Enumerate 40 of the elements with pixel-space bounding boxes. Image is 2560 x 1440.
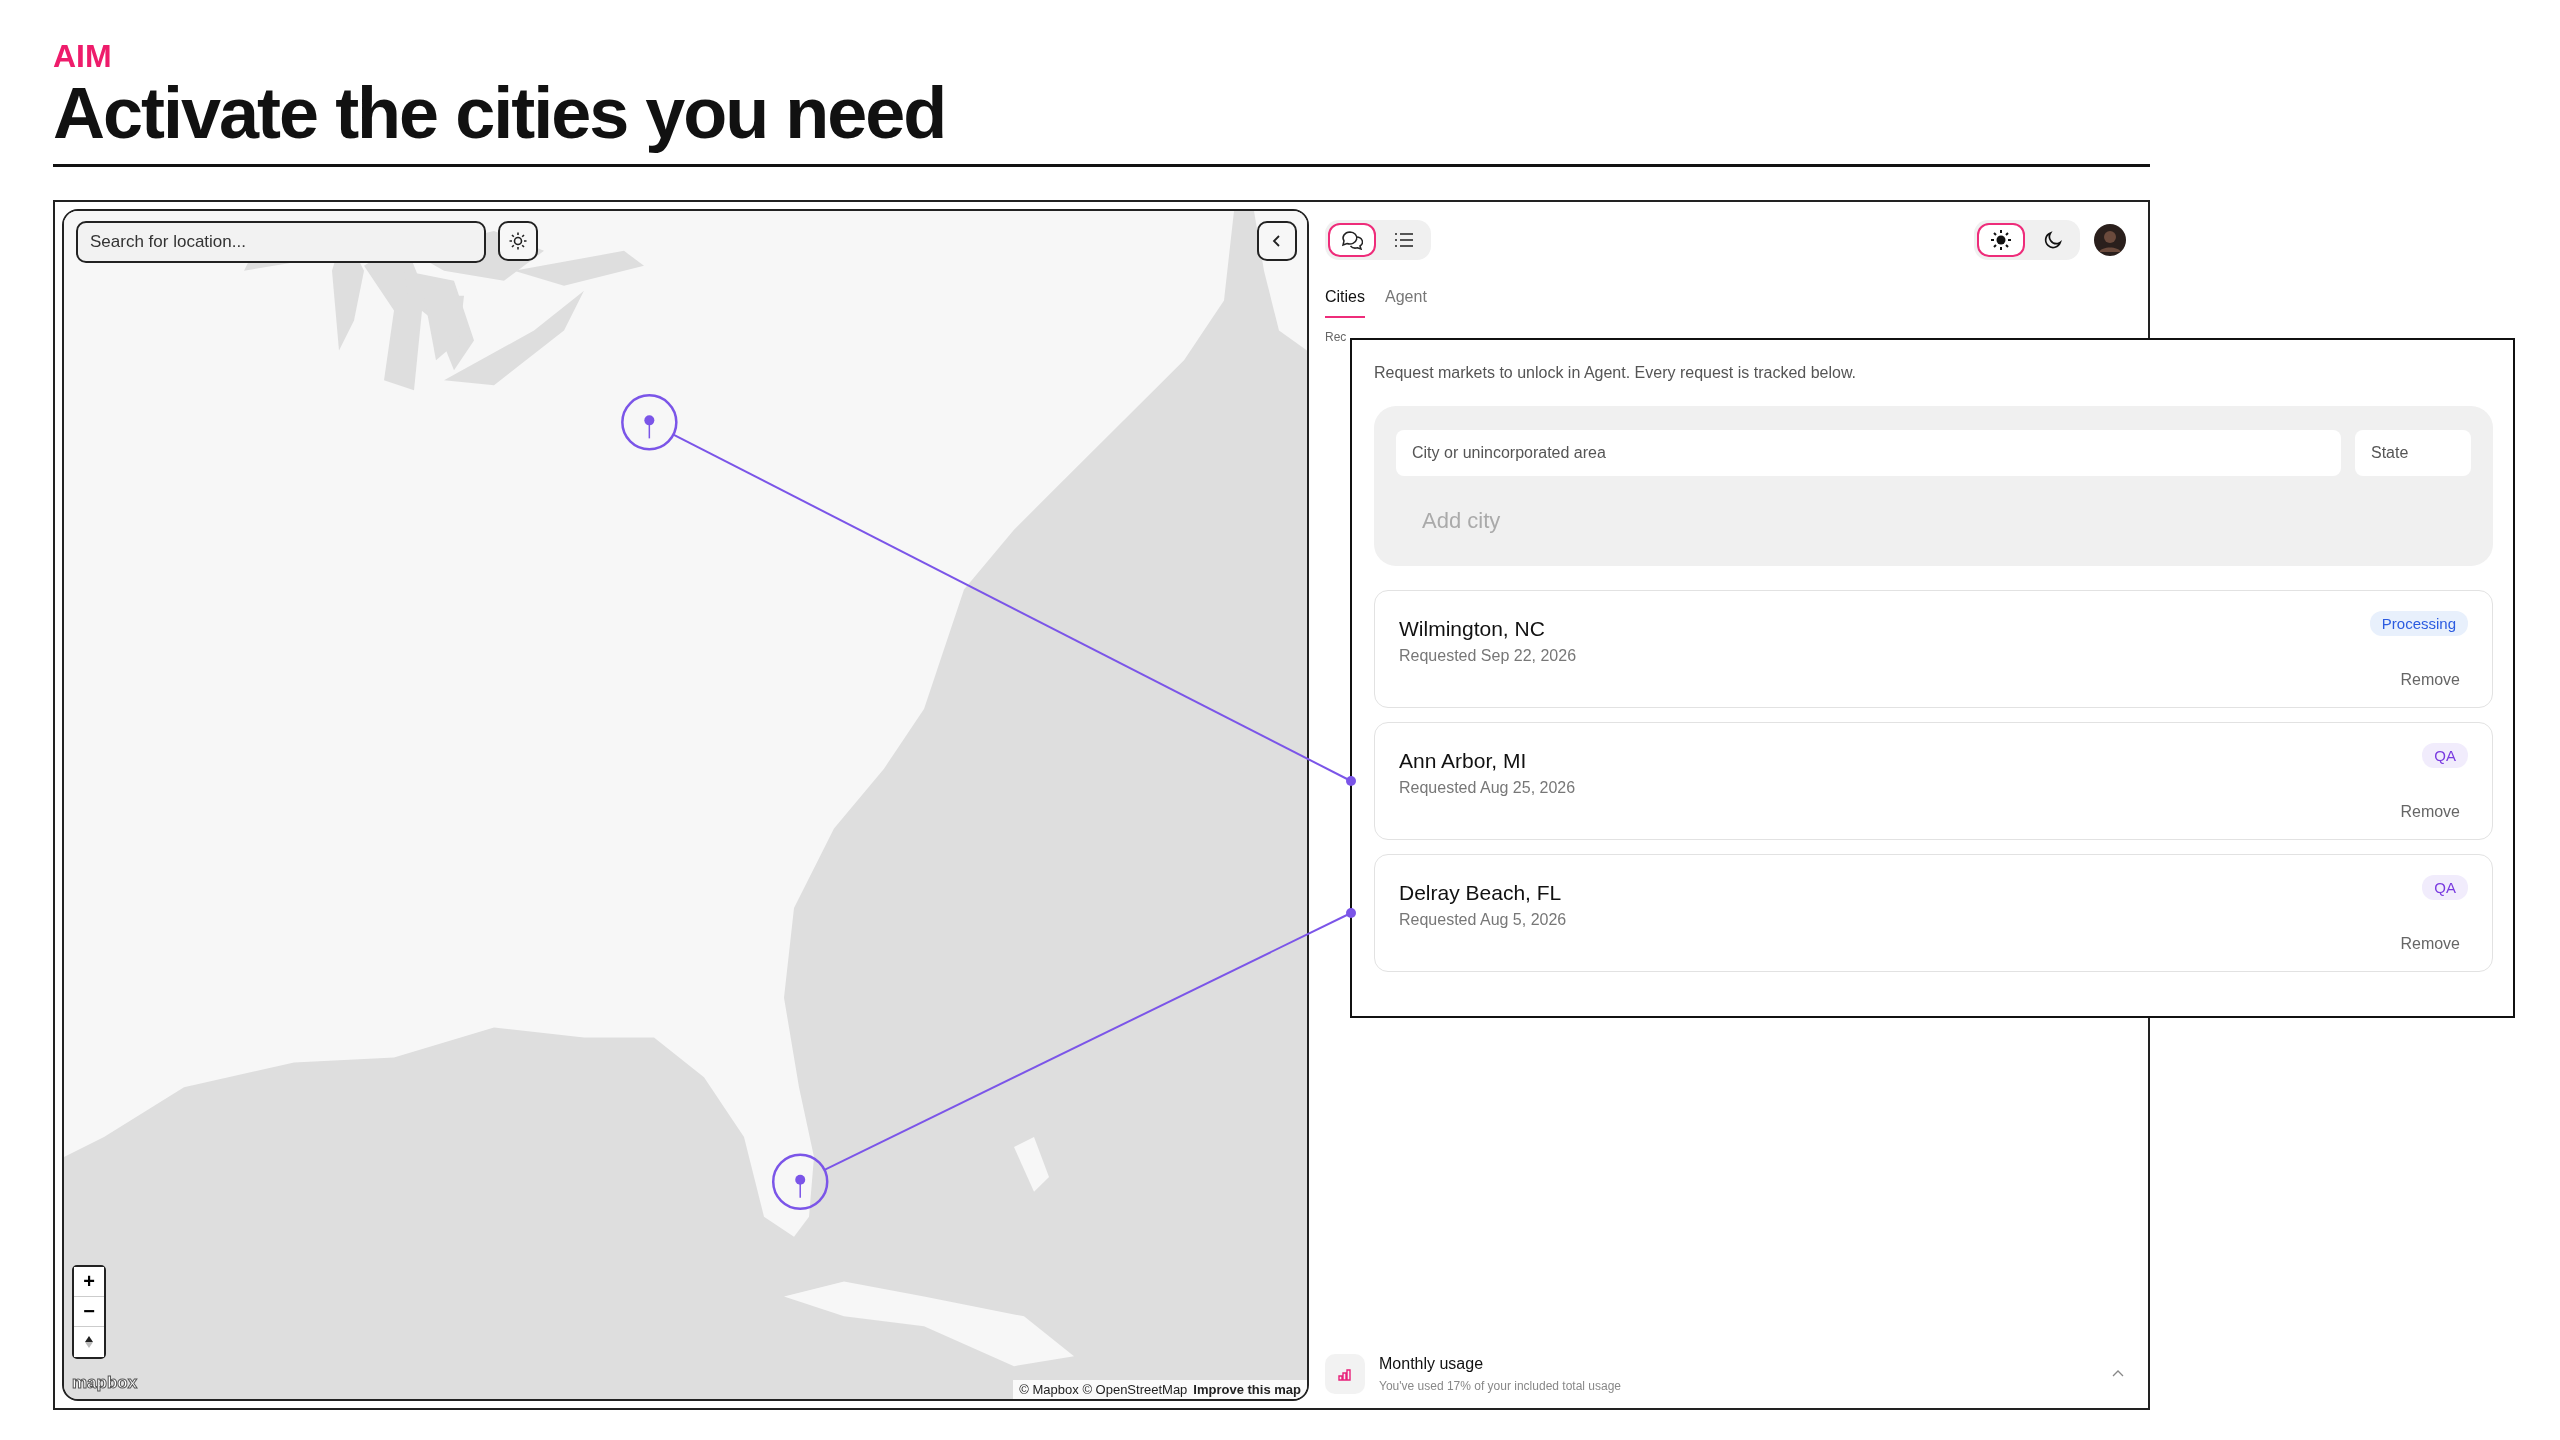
state-input[interactable]: State [2355,430,2471,476]
sun-icon [1990,229,2012,251]
attribution-text: © Mapbox © OpenStreetMap [1019,1382,1188,1397]
improve-map-link[interactable]: Improve this map [1193,1382,1301,1397]
tab[interactable]: Cities [1325,288,1365,318]
remove-button[interactable]: Remove [2400,935,2468,953]
chat-bubbles-icon [1341,230,1363,250]
moon-icon [2043,230,2063,250]
sun-icon [508,231,528,251]
compass-icon [84,1335,94,1349]
status-badge: Processing [2369,611,2468,636]
avatar-icon[interactable] [2094,224,2126,256]
description-text: Rec [1325,330,1348,344]
map-marker[interactable] [771,1153,829,1210]
map-marker[interactable] [621,394,678,451]
city-input[interactable]: City or unincorporated area [1396,430,2341,476]
eyebrow-label: AIM [53,38,113,74]
status-badge: QA [2422,875,2468,900]
request-date: Requested Sep 22, 2026 [1399,647,1577,665]
usage-title: Monthly usage [1379,1355,1485,1373]
usage-subtitle: You've used 17% of your included total usage [1379,1379,1623,1393]
search-field[interactable]: Search for location... [76,221,486,263]
list-icon [1394,232,1414,248]
request-date: Requested Aug 5, 2026 [1399,911,1567,929]
city-name: Ann Arbor, MI [1399,749,1528,773]
zoom-in-button[interactable]: + [74,1267,104,1297]
chat-toggle-button[interactable] [1328,223,1376,257]
remove-button[interactable]: Remove [2400,803,2468,821]
intro-text: Request markets to unlock in Agent. Every request is tracked below. [1374,364,1858,382]
city-name: Delray Beach, FL [1399,881,1563,905]
style-button[interactable] [498,221,538,261]
light-toggle-button[interactable] [1977,223,2025,257]
status-badge: QA [2422,743,2468,768]
request-date: Requested Aug 25, 2026 [1399,779,1576,797]
remove-button[interactable]: Remove [2400,671,2468,689]
collapse-button[interactable] [1257,221,1297,261]
city-name: Wilmington, NC [1399,617,1546,641]
bar-chart-icon [1325,1354,1365,1394]
tab[interactable]: Agent [1385,288,1427,318]
slide-title: Activate the cities you need [53,74,947,152]
